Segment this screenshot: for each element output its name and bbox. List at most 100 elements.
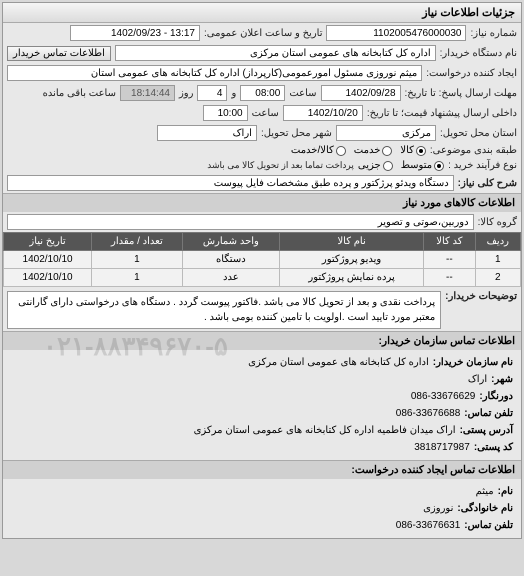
cell: 1 [92, 251, 183, 269]
cell: -- [424, 251, 475, 269]
contact-key: تلفن تماس: [464, 405, 513, 422]
contact-key: شهر: [491, 371, 513, 388]
contact2-block: نام:میثم نام خانوادگی:نوروزی تلفن تماس:0… [3, 479, 521, 538]
row-proc: نوع فرآیند خرید : متوسط جزیی پرداخت تمام… [3, 158, 521, 173]
contact-key: آدرس پستی: [460, 422, 513, 439]
th-0: ردیف [475, 233, 520, 251]
row-subject: شرح کلی نیاز: دستگاه ویدئو پرژکتور و پرد… [3, 173, 521, 193]
lbl-group: گروه کالا: [478, 217, 517, 228]
cell: 1402/10/10 [4, 251, 92, 269]
contact-key: نام: [498, 483, 513, 500]
class-radio-group: کالا خدمت کالا/خدمت [291, 145, 426, 156]
row-requester: ایجاد کننده درخواست: میثم نوروزی مسئول ا… [3, 63, 521, 83]
lbl-subject: شرح کلی نیاز: [458, 178, 517, 189]
contact-line: کد پستی:3818717987 [11, 439, 513, 456]
contact1-title: اطلاعات تماس سازمان خریدار: [3, 331, 521, 350]
proc-radio-group: متوسط جزیی [358, 160, 444, 171]
cell: -- [424, 269, 475, 287]
lbl-class: طبقه بندی موضوعی: [430, 145, 517, 156]
radio-label: کالا/خدمت [291, 145, 334, 156]
contact-key: نام خانوادگی: [457, 500, 513, 517]
row-location: استان محل تحویل: مرکزی شهر محل تحویل: ار… [3, 123, 521, 143]
radio-label: کالا [400, 145, 414, 156]
lbl-place: استان محل تحویل: [440, 128, 517, 139]
lbl-requester: ایجاد کننده درخواست: [426, 68, 517, 79]
contact-val: اراک [468, 371, 487, 388]
cell: 1402/10/10 [4, 269, 92, 287]
contact1-wrap: ۰۲۱-۸۸۳۴۹۶۷۰-۵ اطلاعات تماس سازمان خریدا… [3, 331, 521, 460]
contact-line: نام سازمان خریدار:اداره کل کتابخانه های … [11, 354, 513, 371]
val-place: مرکزی [336, 125, 436, 141]
buyer-contact-button[interactable]: اطلاعات تماس خریدار [7, 46, 111, 61]
row-class: طبقه بندی موضوعی: کالا خدمت کالا/خدمت [3, 143, 521, 158]
row-deadline1: مهلت ارسال پاسخ: تا تاریخ: 1402/09/28 سا… [3, 83, 521, 103]
lbl-remain: ساعت باقی مانده [43, 88, 116, 99]
contact-key: نام سازمان خریدار: [433, 354, 513, 371]
cell: 1 [92, 269, 183, 287]
row-notes: توضیحات خریدار: پرداخت نقدی و بعد از تحو… [3, 287, 521, 331]
val-remain: 18:14:44 [120, 85, 175, 101]
val-req-number: 1102005476000030 [326, 25, 466, 41]
row-number: شماره نیاز: 1102005476000030 تاریخ و ساع… [3, 23, 521, 43]
contact-val: 086-33676631 [396, 517, 461, 534]
radio-label: جزیی [358, 160, 381, 171]
lbl-deadline2: داخلی ارسال پیشنهاد قیمت؛ تا تاریخ: [367, 108, 517, 119]
row-deadline2: داخلی ارسال پیشنهاد قیمت؛ تا تاریخ: 1402… [3, 103, 521, 123]
lbl-and: و [231, 88, 236, 99]
radio-proc-0[interactable]: متوسط [401, 160, 444, 171]
lbl-hour2: ساعت [252, 108, 279, 119]
val-requester: میثم نوروزی مسئول امورعمومی(کارپرداز) اد… [7, 65, 422, 81]
lbl-pub-date: تاریخ و ساعت اعلان عمومی: [204, 28, 323, 39]
cell: دستگاه [182, 251, 279, 269]
contact-line: تلفن تماس:086-33676631 [11, 517, 513, 534]
cell: عدد [182, 269, 279, 287]
val-days: 4 [197, 85, 227, 101]
radio-dot-icon [416, 146, 426, 156]
val-d2: 1402/10/20 [283, 105, 363, 121]
lbl-buyer: نام دستگاه خریدار: [440, 48, 517, 59]
contact-val: اراک میدان فاطمیه اداره کل کتابخانه های … [194, 422, 456, 439]
cell: 2 [475, 269, 520, 287]
row-buyer: نام دستگاه خریدار: اداره کل کتابخانه های… [3, 43, 521, 63]
contact-line: شهر:اراک [11, 371, 513, 388]
radio-proc-1[interactable]: جزیی [358, 160, 393, 171]
radio-dot-icon [383, 161, 393, 171]
radio-dot-icon [382, 146, 392, 156]
th-3: واحد شمارش [182, 233, 279, 251]
lbl-days: روز [179, 88, 194, 99]
val-pub-date: 13:17 - 1402/09/23 [70, 25, 200, 41]
goods-table: ردیف کد کالا نام کالا واحد شمارش تعداد /… [3, 232, 521, 287]
table-row: 2 -- پرده نمایش پروژکتور عدد 1 1402/10/1… [4, 269, 521, 287]
th-5: تاریخ نیاز [4, 233, 92, 251]
radio-class-0[interactable]: کالا [400, 145, 426, 156]
lbl-proc: نوع فرآیند خرید : [448, 160, 517, 171]
radio-dot-icon [434, 161, 444, 171]
contact-val: اداره کل کتابخانه های عمومی استان مرکزی [248, 354, 429, 371]
contact-line: دورنگار:086-33676629 [11, 388, 513, 405]
contact-val: میثم [476, 483, 494, 500]
lbl-hour1: ساعت [289, 88, 316, 99]
contact2-title: اطلاعات تماس ایجاد کننده درخواست: [3, 460, 521, 479]
contact-line: نام: میثم [11, 483, 513, 500]
panel-title: جزئیات اطلاعات نیاز [3, 3, 521, 23]
proc-note: پرداخت تماما بعد از تحویل کالا می باشد [207, 160, 354, 171]
th-1: کد کالا [424, 233, 475, 251]
radio-class-2[interactable]: کالا/خدمت [291, 145, 346, 156]
goods-section-title: اطلاعات کالاهای مورد نیاز [3, 193, 521, 212]
val-notes: پرداخت نقدی و بعد از تحویل کالا می باشد … [7, 291, 441, 329]
val-city: اراک [157, 125, 257, 141]
val-subject: دستگاه ویدئو پرژکتور و پرده طبق مشخصات ف… [7, 175, 454, 191]
table-header-row: ردیف کد کالا نام کالا واحد شمارش تعداد /… [4, 233, 521, 251]
lbl-notes: توضیحات خریدار: [445, 291, 517, 302]
contact-line: تلفن تماس:086-33676688 [11, 405, 513, 422]
contact-key: دورنگار: [479, 388, 513, 405]
cell: ویدیو پروژکتور [280, 251, 424, 269]
radio-class-1[interactable]: خدمت [354, 145, 393, 156]
val-group: دوربین،صوتی و تصویر [7, 214, 474, 230]
lbl-req-number: شماره نیاز: [470, 28, 517, 39]
contact-key: کد پستی: [474, 439, 513, 456]
contact-val: 3818717987 [414, 439, 470, 456]
contact-val: 086-33676629 [411, 388, 476, 405]
val-d1: 1402/09/28 [321, 85, 401, 101]
radio-label: متوسط [401, 160, 432, 171]
